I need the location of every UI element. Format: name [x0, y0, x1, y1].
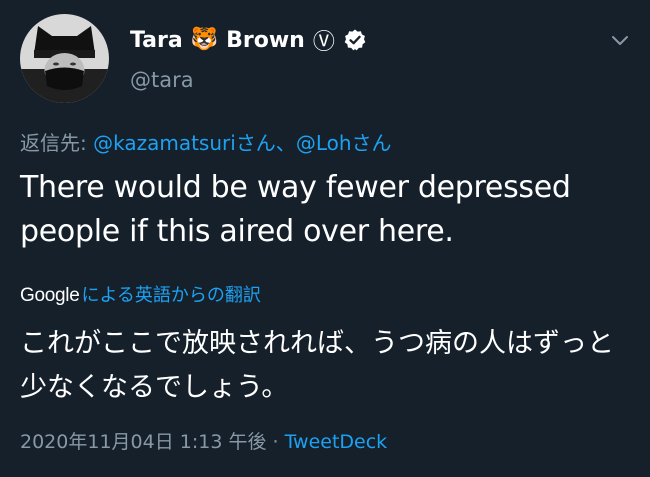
replying-to: 返信先: @kazamatsuriさん、@Lohさん	[20, 127, 392, 156]
chevron-down-icon[interactable]	[609, 30, 631, 52]
translation-attribution: Google による英語からの翻訳	[20, 281, 261, 307]
translated-text: これがここで放映されれば、うつ病の人はずっと少なくなるでしょう。	[20, 328, 614, 403]
google-logo: Google	[20, 285, 80, 306]
tweet-meta: 2020年11月04日 1:13 午後 · TweetDeck	[20, 427, 387, 454]
avatar[interactable]	[20, 14, 109, 103]
user-handle[interactable]: @tara	[130, 68, 194, 92]
timestamp[interactable]: 2020年11月04日 1:13 午後 ·	[20, 431, 285, 453]
tiger-emoji: 🐯	[190, 27, 219, 52]
avatar-photo	[20, 14, 109, 103]
mention-suffix: さん、	[235, 131, 296, 155]
source-link[interactable]: TweetDeck	[285, 431, 388, 453]
circled-v-mark: Ⓥ	[312, 30, 335, 55]
mention-link-loh[interactable]: @Loh	[296, 131, 352, 155]
verified-badge-icon	[344, 29, 366, 51]
display-name-first: Tara	[130, 27, 183, 53]
mention-suffix: さん	[351, 131, 392, 155]
reply-prefix: 返信先:	[20, 131, 94, 155]
tweet-text: There would be way fewer depressed peopl…	[20, 170, 571, 249]
display-name-last: Brown	[226, 27, 305, 53]
display-name[interactable]: Tara 🐯 Brown Ⓥ	[130, 24, 367, 56]
tweet-card: Tara 🐯 Brown Ⓥ @tara 返信先: @kazamatsuriさん…	[0, 0, 650, 477]
mention-link-kazamatsuri[interactable]: @kazamatsuri	[93, 131, 236, 155]
translation-link[interactable]: による英語からの翻訳	[81, 281, 260, 307]
